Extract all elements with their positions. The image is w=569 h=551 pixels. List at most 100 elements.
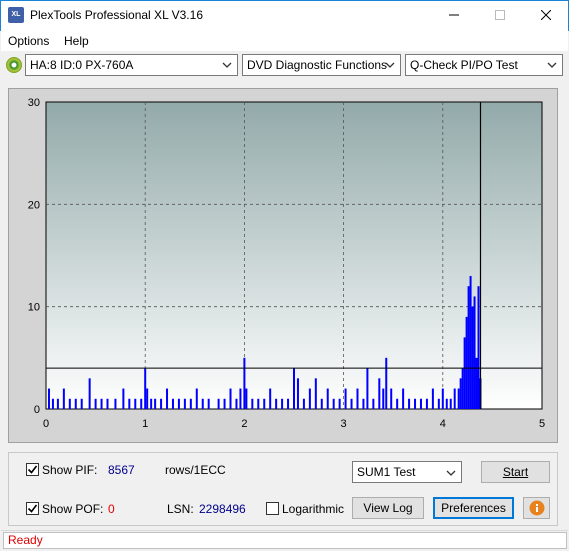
data-bar xyxy=(229,388,232,409)
data-bar xyxy=(243,357,246,409)
chevron-down-icon xyxy=(547,62,557,68)
data-bar xyxy=(245,388,248,409)
menu-help[interactable]: Help xyxy=(64,34,89,48)
data-bar xyxy=(177,398,180,409)
data-bar xyxy=(150,398,153,409)
data-bar xyxy=(338,398,341,409)
data-bar xyxy=(183,398,186,409)
x-tick-label: 3 xyxy=(341,418,347,430)
data-bar xyxy=(122,388,125,409)
y-tick-label: 20 xyxy=(28,199,40,211)
preferences-button[interactable]: Preferences xyxy=(433,497,514,519)
data-bar xyxy=(382,388,385,409)
data-bar xyxy=(235,398,238,409)
chevron-down-icon xyxy=(222,62,232,68)
data-bar xyxy=(144,368,147,409)
maximize-button[interactable] xyxy=(477,0,523,30)
data-bar xyxy=(457,388,460,409)
data-bar xyxy=(62,388,65,409)
data-bar xyxy=(320,398,323,409)
app-icon: XL xyxy=(8,7,24,23)
data-bar xyxy=(453,388,456,409)
x-tick-label: 5 xyxy=(539,418,545,430)
function-select-value: DVD Diagnostic Functions xyxy=(247,58,388,72)
data-bar xyxy=(461,368,464,409)
data-bar xyxy=(396,398,399,409)
checkmark-icon xyxy=(27,465,38,474)
data-bar xyxy=(419,398,422,409)
data-bar xyxy=(251,398,254,409)
data-bar xyxy=(160,398,163,409)
data-bar xyxy=(467,286,470,409)
y-tick-label: 10 xyxy=(28,302,40,314)
data-bar xyxy=(146,388,149,409)
show-pif-checkbox[interactable] xyxy=(26,463,39,476)
data-bar xyxy=(314,378,317,409)
data-bar xyxy=(431,388,434,409)
data-bar xyxy=(308,388,311,409)
y-tick-label: 0 xyxy=(34,404,40,416)
sum-test-select[interactable]: SUM1 Test xyxy=(352,461,462,483)
data-bar xyxy=(372,398,375,409)
view-log-label: View Log xyxy=(363,501,413,515)
status-text: Ready xyxy=(3,532,567,549)
data-bar xyxy=(171,398,174,409)
data-bar xyxy=(441,388,444,409)
data-bar xyxy=(477,286,480,409)
close-icon xyxy=(541,10,551,20)
info-button[interactable] xyxy=(523,497,550,519)
test-select[interactable]: Q-Check PI/PO Test xyxy=(405,54,563,76)
x-tick-label: 1 xyxy=(142,418,148,430)
data-bar xyxy=(166,388,169,409)
data-bar xyxy=(201,398,204,409)
show-pif-label: Show PIF: xyxy=(42,463,98,477)
data-bar xyxy=(106,398,109,409)
pif-unit: rows/1ECC xyxy=(165,463,226,477)
lsn-value: 2298496 xyxy=(199,502,246,516)
data-bar xyxy=(88,378,91,409)
function-select[interactable]: DVD Diagnostic Functions xyxy=(242,54,401,76)
minimize-button[interactable] xyxy=(431,0,477,30)
close-button[interactable] xyxy=(523,0,569,30)
chevron-down-icon xyxy=(385,62,395,68)
pof-value: 0 xyxy=(108,502,115,516)
data-bar xyxy=(408,398,411,409)
data-bar xyxy=(128,398,131,409)
data-bar xyxy=(134,398,137,409)
data-bar xyxy=(437,398,440,409)
data-bar xyxy=(459,378,462,409)
x-tick-label: 0 xyxy=(43,418,49,430)
data-bar xyxy=(207,398,210,409)
start-button[interactable]: Start xyxy=(481,461,550,483)
show-pof-checkbox[interactable] xyxy=(26,502,39,515)
data-bar xyxy=(332,398,335,409)
data-bar xyxy=(385,357,388,409)
view-log-button[interactable]: View Log xyxy=(352,497,424,519)
data-bar xyxy=(140,398,143,409)
x-tick-label: 2 xyxy=(241,418,247,430)
data-bar xyxy=(425,398,428,409)
data-bar xyxy=(217,398,220,409)
logarithmic-label: Logarithmic xyxy=(282,502,345,516)
y-tick-label: 30 xyxy=(28,97,40,109)
info-icon xyxy=(529,500,544,516)
data-bar xyxy=(445,398,448,409)
data-bar xyxy=(475,357,478,409)
minimize-icon xyxy=(449,14,459,16)
data-bar xyxy=(51,398,54,409)
data-bar xyxy=(378,378,381,409)
data-bar xyxy=(223,398,226,409)
chevron-down-icon xyxy=(446,470,456,476)
data-bar xyxy=(195,388,198,409)
data-bar xyxy=(473,296,476,409)
data-bar xyxy=(257,398,260,409)
data-bar xyxy=(302,398,305,409)
menu-options[interactable]: Options xyxy=(8,34,49,48)
data-bar xyxy=(275,398,278,409)
window-title: PlexTools Professional XL V3.16 xyxy=(30,8,203,22)
drive-select[interactable]: HA:8 ID:0 PX-760A xyxy=(25,54,238,76)
data-bar xyxy=(74,398,77,409)
data-bar xyxy=(356,388,359,409)
data-bar xyxy=(414,398,417,409)
logarithmic-checkbox[interactable] xyxy=(266,502,279,515)
